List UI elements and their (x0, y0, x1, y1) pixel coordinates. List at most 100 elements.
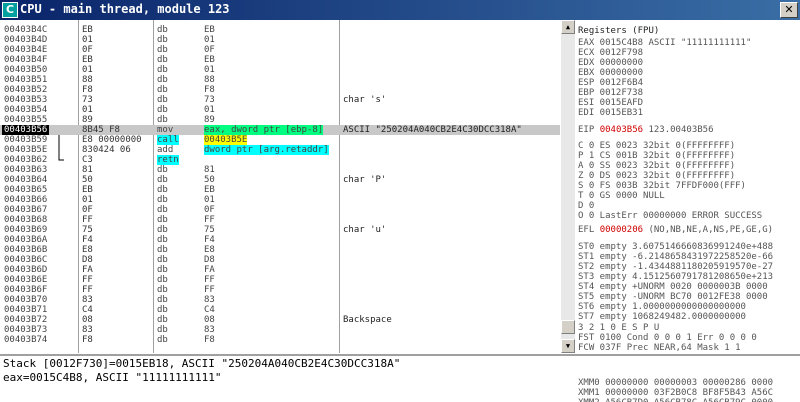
fpu-register-line: ST7 empty 1068249482.0000000000 (578, 312, 746, 322)
scroll-up-icon[interactable]: ▲ (561, 20, 575, 34)
disasm-mnemonic: db (157, 325, 168, 335)
disasm-hex-dump: 08 (82, 315, 93, 325)
fpu-register-line: ST1 empty -6.2148658431972258520e-66 (578, 252, 774, 262)
efl-value: 00000206 (599, 225, 644, 235)
disasm-row[interactable]: 00403B67 0F db 0F (0, 205, 560, 215)
disasm-row[interactable]: 00403B6B E8 db E8 (0, 245, 560, 255)
disasm-comment: char 'u' (343, 225, 387, 235)
disasm-address: 00403B50 (4, 65, 48, 75)
disasm-hex-dump: E8 (82, 245, 93, 255)
disasm-row[interactable]: 00403B54 01 db 01 (0, 105, 560, 115)
disasm-address: 00403B62 (4, 155, 48, 165)
scroll-thumb[interactable] (561, 320, 575, 334)
disasm-mnemonic: mov (157, 125, 174, 135)
disasm-hex-dump: 01 (82, 195, 93, 205)
disasm-row[interactable]: 00403B68 FF db FF (0, 215, 560, 225)
disasm-row[interactable]: 00403B72 08 db 08 Backspace (0, 315, 560, 325)
register-line: ESI 0015EAFD (578, 98, 644, 108)
flag-line: O 0 LastErr 00000000 ERROR SUCCESS (578, 211, 763, 221)
disasm-row[interactable]: 00403B4F EB db EB (0, 55, 560, 65)
scroll-down-icon[interactable]: ▼ (561, 339, 575, 353)
disasm-row[interactable]: 00403B50 01 db 01 (0, 65, 560, 75)
close-button[interactable]: ✕ (780, 2, 798, 18)
disasm-row[interactable]: 00403B6D FA db FA (0, 265, 560, 275)
disasm-mnemonic: db (157, 195, 168, 205)
flag-line: D 0 (578, 201, 595, 211)
disasm-hex-dump: C4 (82, 305, 93, 315)
disasm-row[interactable]: 00403B6F FF db FF (0, 285, 560, 295)
disasm-operand: FA (204, 265, 215, 275)
disasm-row[interactable]: 00403B69 75 db 75 char 'u' (0, 225, 560, 235)
disasm-row[interactable]: 00403B6A F4 db F4 (0, 235, 560, 245)
disasm-row[interactable]: 00403B62 C3 retn (0, 155, 560, 165)
efl-line: EFL 00000206 (NO,NB,NE,A,NS,PE,GE,G) (578, 225, 773, 235)
disasm-row[interactable]: 00403B56 8B45 F8 mov eax, dword ptr [ebp-8]… (0, 125, 560, 135)
disasm-mnemonic: db (157, 85, 168, 95)
info-pane[interactable]: Stack [0012F730]=0015EB18, ASCII "250204… (0, 354, 576, 402)
disasm-mnemonic: db (157, 215, 168, 225)
disasm-row[interactable]: 00403B70 83 db 83 (0, 295, 560, 305)
disasm-row[interactable]: 00403B59 E8 00000000 call 00403B5E (0, 135, 560, 145)
disassembly-pane[interactable]: 00403B4C EB db EB 00403B4D 01 db 01 00403B4E 0F db… (0, 20, 560, 353)
disassembly-scrollbar[interactable]: ▲ ▼ (561, 20, 575, 353)
flag-line: Z 0 DS 0023 32bit 0(FFFFFFFF) (578, 171, 736, 181)
disasm-row[interactable]: 00403B71 C4 db C4 (0, 305, 560, 315)
disasm-hex-dump: 73 (82, 95, 93, 105)
disasm-row[interactable]: 00403B74 F8 db F8 (0, 335, 560, 345)
disasm-hex-dump: F4 (82, 235, 93, 245)
disasm-operand: FF (204, 285, 215, 295)
disasm-address: 00403B6C (4, 255, 48, 265)
registers-pane[interactable]: Registers (FPU) EAX 0015C4B8 ASCII "1111… (576, 20, 800, 353)
disasm-address: 00403B54 (4, 105, 48, 115)
disasm-row[interactable]: 00403B55 89 db 89 (0, 115, 560, 125)
disasm-row[interactable]: 00403B64 50 db 50 char 'P' (0, 175, 560, 185)
disasm-row[interactable]: 00403B4C EB db EB (0, 25, 560, 35)
fpu-register-line: ST5 empty -UNORM BC70 0012FE38 0000 (578, 292, 768, 302)
disasm-hex-dump: 01 (82, 35, 93, 45)
disasm-row[interactable]: 00403B51 88 db 88 (0, 75, 560, 85)
register-line: EAX 0015C4B8 ASCII "11111111111" (578, 38, 752, 48)
info-line-stack: Stack [0012F730]=0015EB18, ASCII "250204… (3, 357, 401, 370)
disasm-row[interactable]: 00403B53 73 db 73 char 's' (0, 95, 560, 105)
disasm-address: 00403B73 (4, 325, 48, 335)
disasm-mnemonic: db (157, 25, 168, 35)
disasm-row[interactable]: 00403B6E FF db FF (0, 275, 560, 285)
disasm-mnemonic: db (157, 275, 168, 285)
disasm-hex-dump: D8 (82, 255, 93, 265)
disasm-operand: 08 (204, 315, 215, 325)
disasm-hex-dump: 83 (82, 295, 93, 305)
disasm-address: 00403B6F (4, 285, 48, 295)
disasm-row[interactable]: 00403B66 01 db 01 (0, 195, 560, 205)
disasm-operand: 75 (204, 225, 215, 235)
disasm-mnemonic: retn (157, 155, 179, 165)
disasm-address: 00403B51 (4, 75, 48, 85)
disasm-row[interactable]: 00403B6C D8 db D8 (0, 255, 560, 265)
disasm-mnemonic: db (157, 305, 168, 315)
register-line: EBX 00000000 (578, 68, 644, 78)
disasm-operand: F4 (204, 235, 215, 245)
disasm-row[interactable]: 00403B52 F8 db F8 (0, 85, 560, 95)
disasm-row[interactable]: 00403B65 EB db EB (0, 185, 560, 195)
disasm-address: 00403B70 (4, 295, 48, 305)
register-line: EDI 0015EB31 (578, 108, 644, 118)
disasm-mnemonic: db (157, 235, 168, 245)
window-title: CPU - main thread, module 123 (20, 2, 230, 16)
disasm-operand: EB (204, 25, 215, 35)
disasm-mnemonic: db (157, 55, 168, 65)
disasm-operand: EB (204, 185, 215, 195)
disasm-row[interactable]: 00403B5E 830424 06 add dword ptr [arg.retad… (0, 145, 560, 155)
disasm-mnemonic: db (157, 185, 168, 195)
disasm-hex-dump: C3 (82, 155, 93, 165)
disasm-hex-dump: 01 (82, 65, 93, 75)
disasm-row[interactable]: 00403B63 81 db 81 (0, 165, 560, 175)
disasm-address: 00403B74 (4, 335, 48, 345)
disasm-row[interactable]: 00403B4E 0F db 0F (0, 45, 560, 55)
disasm-address: 00403B56 (2, 125, 50, 135)
disasm-mnemonic: db (157, 165, 168, 175)
disasm-operand: D8 (204, 255, 215, 265)
disasm-row[interactable]: 00403B73 83 db 83 (0, 325, 560, 335)
disasm-hex-dump: 0F (82, 45, 93, 55)
disasm-hex-dump: EB (82, 185, 93, 195)
disasm-hex-dump: 50 (82, 175, 93, 185)
disasm-row[interactable]: 00403B4D 01 db 01 (0, 35, 560, 45)
